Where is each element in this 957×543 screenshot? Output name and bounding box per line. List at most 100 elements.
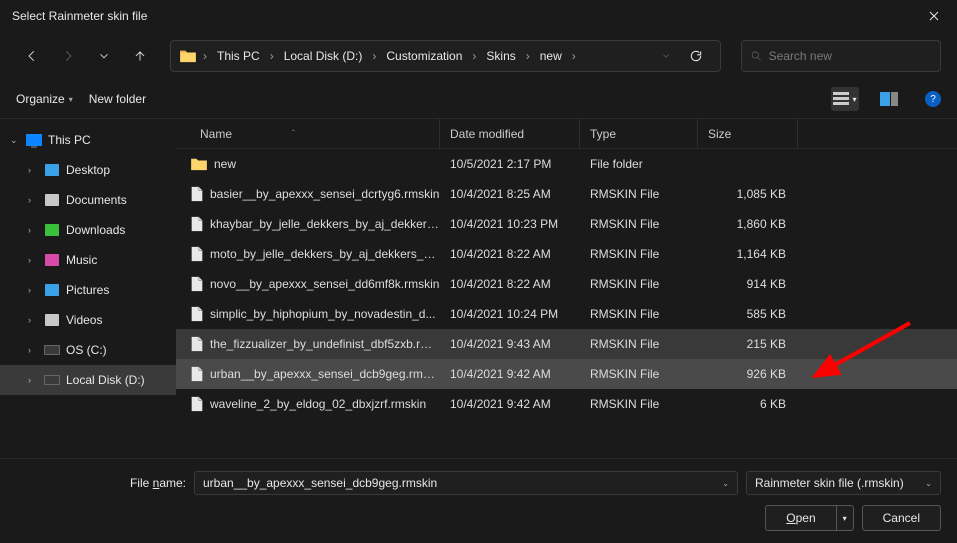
search-box[interactable] bbox=[741, 40, 941, 72]
nav-item-os-c-[interactable]: ›OS (C:) bbox=[0, 335, 176, 365]
breadcrumb-item[interactable]: Skins bbox=[482, 47, 519, 65]
nav-item-videos[interactable]: ›Videos bbox=[0, 305, 176, 335]
file-type-filter[interactable]: Rainmeter skin file (.rmskin) ⌄ bbox=[746, 471, 941, 495]
organize-button[interactable]: Organize▾ bbox=[16, 92, 73, 106]
expand-chevron-icon: › bbox=[28, 195, 38, 205]
file-size-cell: 1,860 KB bbox=[698, 217, 798, 231]
nav-item-label: Music bbox=[66, 253, 97, 267]
filename-field[interactable]: ⌄ bbox=[194, 471, 738, 495]
nav-item-desktop[interactable]: › Desktop bbox=[0, 155, 176, 185]
breadcrumb-item[interactable]: This PC bbox=[213, 47, 264, 65]
sort-indicator-icon: ˆ bbox=[292, 129, 295, 138]
expand-chevron-icon: › bbox=[28, 165, 38, 175]
file-type-cell: RMSKIN File bbox=[580, 337, 698, 351]
file-name-cell: urban__by_apexxx_sensei_dcb9geg.rmskin bbox=[190, 366, 440, 382]
breadcrumb-item[interactable]: Customization bbox=[382, 47, 466, 65]
breadcrumb-item[interactable]: new bbox=[536, 47, 566, 65]
file-name-cell: basier__by_apexxx_sensei_dcrtyg6.rmskin bbox=[190, 186, 440, 202]
file-date-cell: 10/4/2021 8:22 AM bbox=[440, 277, 580, 291]
help-button[interactable]: ? bbox=[925, 91, 941, 107]
file-date-cell: 10/4/2021 8:25 AM bbox=[440, 187, 580, 201]
file-name-cell: moto_by_jelle_dekkers_by_aj_dekkers_de..… bbox=[190, 246, 440, 262]
filename-input[interactable] bbox=[203, 476, 722, 490]
refresh-button[interactable] bbox=[680, 49, 712, 63]
file-row[interactable]: khaybar_by_jelle_dekkers_by_aj_dekkers_.… bbox=[176, 209, 957, 239]
file-type-cell: RMSKIN File bbox=[580, 217, 698, 231]
view-details-button[interactable]: ▾ bbox=[831, 87, 859, 111]
nav-item-pictures[interactable]: ›Pictures bbox=[0, 275, 176, 305]
cancel-button[interactable]: Cancel bbox=[862, 505, 941, 531]
close-icon bbox=[929, 11, 939, 21]
file-date-cell: 10/4/2021 9:42 AM bbox=[440, 367, 580, 381]
column-headers: Nameˆ Date modified Type Size bbox=[176, 119, 957, 149]
column-header-type[interactable]: Type bbox=[580, 119, 698, 148]
chevron-right-icon: › bbox=[570, 49, 578, 63]
open-button[interactable]: Open ▾ bbox=[765, 505, 853, 531]
details-view-icon bbox=[833, 92, 849, 106]
file-name-cell: novo__by_apexxx_sensei_dd6mf8k.rmskin bbox=[190, 276, 440, 292]
file-date-cell: 10/4/2021 10:24 PM bbox=[440, 307, 580, 321]
file-icon bbox=[190, 396, 204, 412]
nav-item-label: Documents bbox=[66, 193, 127, 207]
nav-item-label: Videos bbox=[66, 313, 102, 327]
chevron-down-icon: ▾ bbox=[69, 95, 73, 104]
file-icon bbox=[190, 216, 204, 232]
search-input[interactable] bbox=[769, 49, 932, 63]
file-date-cell: 10/4/2021 9:43 AM bbox=[440, 337, 580, 351]
address-history-button[interactable] bbox=[656, 51, 676, 61]
file-icon bbox=[190, 186, 204, 202]
address-bar[interactable]: › This PC › Local Disk (D:) › Customizat… bbox=[170, 40, 721, 72]
column-header-size[interactable]: Size bbox=[698, 119, 798, 148]
column-header-name[interactable]: Nameˆ bbox=[190, 119, 440, 148]
file-row[interactable]: urban__by_apexxx_sensei_dcb9geg.rmskin10… bbox=[176, 359, 957, 389]
pictures-icon bbox=[44, 282, 60, 298]
file-list-pane: Nameˆ Date modified Type Size new10/5/20… bbox=[176, 119, 957, 458]
file-type-cell: File folder bbox=[580, 157, 698, 171]
file-name-cell: waveline_2_by_eldog_02_dbxjzrf.rmskin bbox=[190, 396, 440, 412]
nav-item-label: Desktop bbox=[66, 163, 110, 177]
new-folder-button[interactable]: New folder bbox=[89, 92, 146, 106]
expand-chevron-icon: › bbox=[28, 375, 38, 385]
file-icon bbox=[190, 276, 204, 292]
folder-icon bbox=[179, 49, 197, 63]
navigation-tree: ⌄This PC›Desktop›Documents›Downloads›Mus… bbox=[0, 119, 176, 458]
filename-label: File name: bbox=[16, 476, 186, 490]
nav-item-local-disk-d-[interactable]: ›Local Disk (D:) bbox=[0, 365, 176, 395]
nav-item-music[interactable]: ›Music bbox=[0, 245, 176, 275]
up-button[interactable] bbox=[124, 40, 156, 72]
file-row[interactable]: simplic_by_hiphopium_by_novadestin_d...1… bbox=[176, 299, 957, 329]
refresh-icon bbox=[689, 49, 703, 63]
chevron-right-icon: › bbox=[201, 49, 209, 63]
folder-icon bbox=[190, 157, 208, 171]
recent-button[interactable] bbox=[88, 40, 120, 72]
close-button[interactable] bbox=[911, 0, 957, 32]
open-dropdown-button[interactable]: ▾ bbox=[837, 514, 853, 523]
desktop-icon bbox=[44, 162, 60, 178]
arrow-left-icon bbox=[25, 49, 39, 63]
file-row[interactable]: novo__by_apexxx_sensei_dd6mf8k.rmskin10/… bbox=[176, 269, 957, 299]
monitor-icon bbox=[26, 132, 42, 148]
breadcrumb-item[interactable]: Local Disk (D:) bbox=[280, 47, 367, 65]
videos-icon bbox=[44, 312, 60, 328]
file-row[interactable]: the_fizzualizer_by_undefinist_dbf5zxb.rm… bbox=[176, 329, 957, 359]
nav-item-this-pc[interactable]: ⌄This PC bbox=[0, 125, 176, 155]
filename-history-button[interactable]: ⌄ bbox=[722, 479, 729, 488]
nav-item-downloads[interactable]: ›Downloads bbox=[0, 215, 176, 245]
file-type-cell: RMSKIN File bbox=[580, 397, 698, 411]
folder-row[interactable]: new10/5/2021 2:17 PMFile folder bbox=[176, 149, 957, 179]
file-size-cell: 6 KB bbox=[698, 397, 798, 411]
preview-pane-button[interactable] bbox=[875, 87, 903, 111]
chevron-down-icon: ▾ bbox=[852, 95, 856, 104]
nav-item-documents[interactable]: › Documents bbox=[0, 185, 176, 215]
downloads-icon bbox=[44, 222, 60, 238]
file-row[interactable]: waveline_2_by_eldog_02_dbxjzrf.rmskin10/… bbox=[176, 389, 957, 419]
file-row[interactable]: basier__by_apexxx_sensei_dcrtyg6.rmskin1… bbox=[176, 179, 957, 209]
forward-button[interactable] bbox=[52, 40, 84, 72]
titlebar: Select Rainmeter skin file bbox=[0, 0, 957, 32]
file-date-cell: 10/4/2021 10:23 PM bbox=[440, 217, 580, 231]
back-button[interactable] bbox=[16, 40, 48, 72]
column-header-date[interactable]: Date modified bbox=[440, 119, 580, 148]
search-icon bbox=[750, 49, 763, 63]
file-row[interactable]: moto_by_jelle_dekkers_by_aj_dekkers_de..… bbox=[176, 239, 957, 269]
nav-item-label: Pictures bbox=[66, 283, 109, 297]
